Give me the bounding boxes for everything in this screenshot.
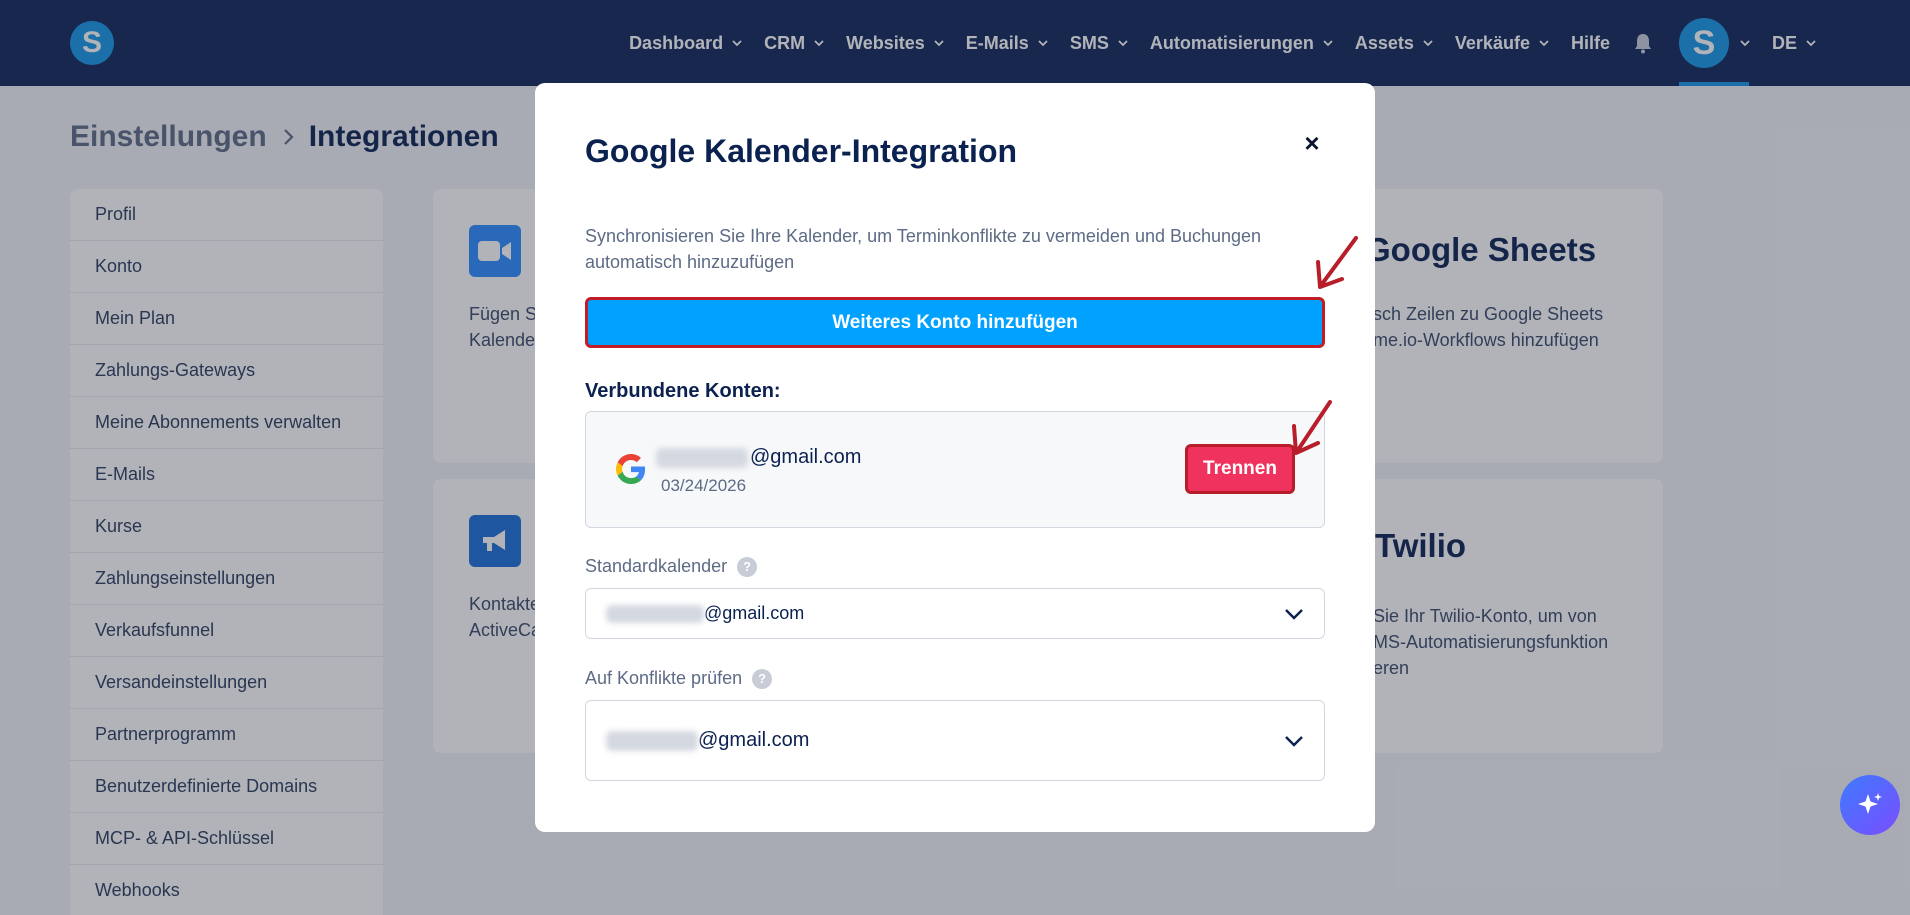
redacted-username <box>606 730 698 751</box>
select-value: @gmail.com <box>698 729 810 751</box>
disconnect-button[interactable]: Trennen <box>1185 444 1295 494</box>
close-icon[interactable]: × <box>1298 128 1326 158</box>
account-email: @gmail.com <box>656 446 861 469</box>
default-calendar-label: Standardkalender? <box>585 556 758 577</box>
redacted-username <box>656 447 748 468</box>
label-text: Auf Konflikte prüfen <box>585 668 743 688</box>
chevron-down-icon <box>1285 735 1303 747</box>
sparkle-icon <box>1858 793 1882 814</box>
select-value: @gmail.com <box>704 603 805 623</box>
chevron-down-icon <box>1285 608 1303 620</box>
modal-title: Google Kalender-Integration <box>585 133 1018 169</box>
connected-accounts-label: Verbundene Konten: <box>585 380 781 402</box>
annotation-arrow <box>1292 400 1332 455</box>
ai-assistant-button[interactable] <box>1840 775 1900 835</box>
redacted-username <box>606 604 704 623</box>
check-conflicts-select[interactable]: @gmail.com <box>585 700 1325 781</box>
email-domain: @gmail.com <box>750 446 862 468</box>
add-account-button[interactable]: Weiteres Konto hinzufügen <box>585 297 1325 348</box>
check-conflicts-label: Auf Konflikte prüfen? <box>585 668 773 689</box>
google-icon <box>616 454 646 484</box>
account-connected-date: 03/24/2026 <box>661 476 747 495</box>
google-calendar-modal: Google Kalender-Integration × Synchronis… <box>535 83 1375 832</box>
label-text: Standardkalender <box>585 556 728 576</box>
connected-account-card: @gmail.com 03/24/2026 Trennen <box>585 411 1325 528</box>
default-calendar-select[interactable]: @gmail.com <box>585 588 1325 639</box>
help-icon[interactable]: ? <box>737 556 758 577</box>
modal-description: Synchronisieren Sie Ihre Kalender, um Te… <box>585 226 1262 272</box>
annotation-arrow <box>1316 236 1358 289</box>
help-icon[interactable]: ? <box>752 668 773 689</box>
